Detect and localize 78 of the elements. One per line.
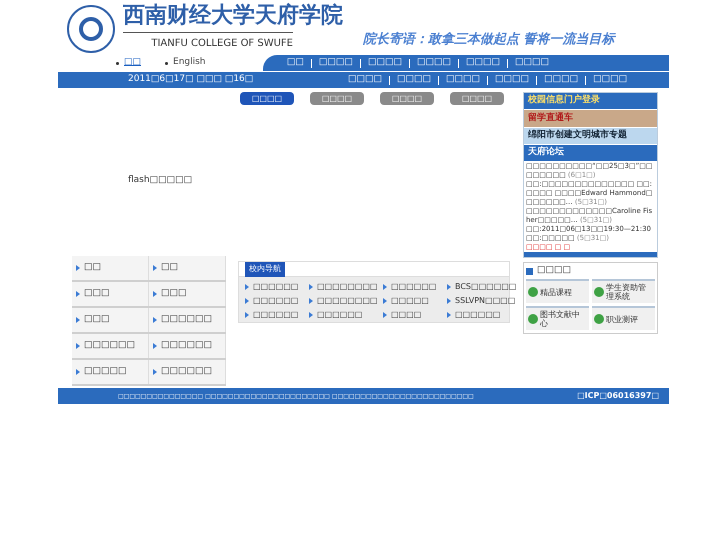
campus-link[interactable]: □□□□□□ [447,308,517,322]
campus-link[interactable]: □□□□□□□□ [309,294,381,308]
square-icon [526,268,533,274]
arrow-icon [153,317,157,323]
arrow-icon [309,284,313,290]
language-link[interactable]: English [165,56,206,70]
college-subtitle: TIANFU COLLEGE OF SWUFE [123,32,293,51]
link-cell[interactable]: □□□ [149,282,226,306]
service-button[interactable]: 学生资助管理系统 [592,279,655,303]
arrow-icon [153,291,157,297]
nav-link[interactable]: □□□□ [593,73,628,87]
arrow-icon [447,298,451,304]
date-text: 2011□6□17□ □□□ □16□ [128,73,254,86]
arrow-icon [76,369,80,375]
banner[interactable]: 天府论坛 [524,144,657,162]
campus-link[interactable]: □□□□□□ [245,308,307,322]
flash-message: flash□□□□□ [128,174,192,188]
nav-link[interactable]: □□□□ [416,56,451,70]
arrow-icon [447,284,451,290]
link-cell[interactable]: □□ [149,256,226,280]
campus-link[interactable]: □□□□□ [383,294,445,308]
logo-icon [67,5,115,53]
campus-link[interactable]: □□□□ [383,308,445,322]
nav-link[interactable]: □□ [286,56,304,70]
link-cell[interactable]: □□□□□□ [149,334,226,358]
link-cell[interactable]: □□□□□□ [72,334,149,358]
bullet-icon [116,62,119,64]
icp-text: □ICP□06016397□ [577,390,659,402]
panel-title: 校内导航 [245,262,285,276]
arrow-icon [153,265,157,271]
motto: 院长寄语：敢拿三本做起点 誓将一流当目标 [363,30,615,48]
campus-link[interactable]: SSLVPN□□□□ [447,294,517,308]
college-title: 西南财经大学天府学院 [123,4,343,26]
nav-link[interactable]: □□□□ [466,56,500,70]
link-cell[interactable]: □□□□□□ [149,360,226,384]
nav-link[interactable]: □□□□ [368,56,402,70]
service-button[interactable]: 图书文献中心 [526,306,589,330]
arrow-icon [383,298,387,304]
arrow-icon [383,284,387,290]
arrow-icon [76,343,80,349]
banner[interactable]: 校园信息门户登录 [524,93,657,110]
language-link[interactable]: □□ [116,56,142,70]
nav-link[interactable]: □□□□ [544,73,578,87]
arrow-icon [76,291,80,297]
campus-link[interactable]: □□□□□□ [245,280,307,294]
link-cell[interactable]: □□□□□□ [149,308,226,332]
arrow-icon [76,317,80,323]
arrow-icon [245,312,249,318]
service-button[interactable]: 职业测评 [592,306,655,330]
arrow-icon [383,312,387,318]
arrow-icon [245,284,249,290]
arrow-icon [309,312,313,318]
service-button[interactable]: 精品课程 [526,279,589,303]
panel-title: □□□□ [537,264,572,278]
arrow-icon [309,298,313,304]
nav-link[interactable]: □□□□ [514,56,549,70]
nav-link[interactable]: □□□□ [446,73,480,87]
bullet-icon [165,62,168,64]
link-cell[interactable]: □□□□□ [72,360,149,384]
nav-link[interactable]: □□□□ [318,56,353,70]
campus-link[interactable]: BCS□□□□□□ [447,280,517,294]
arrow-icon [76,265,80,271]
nav-link[interactable]: □□□□ [397,73,432,87]
arrow-icon [153,369,157,375]
arrow-icon [447,312,451,318]
campus-link[interactable]: □□□□□□ [383,280,445,294]
link-cell[interactable]: □□ [72,256,149,280]
banner[interactable]: 绵阳市创建文明城市专题 [524,128,657,144]
campus-link[interactable]: □□□□□□□□ [309,280,381,294]
arrow-icon [153,343,157,349]
arrow-icon [245,298,249,304]
campus-link[interactable]: □□□□□□ [245,294,307,308]
link-cell[interactable]: □□□ [72,282,149,306]
nav-link[interactable]: □□□□ [495,73,530,87]
nav-link[interactable]: □□□□ [348,73,382,87]
campus-link[interactable]: □□□□□□ [309,308,381,322]
link-cell[interactable]: □□□ [72,308,149,332]
tab[interactable]: □□□□ [240,92,294,105]
